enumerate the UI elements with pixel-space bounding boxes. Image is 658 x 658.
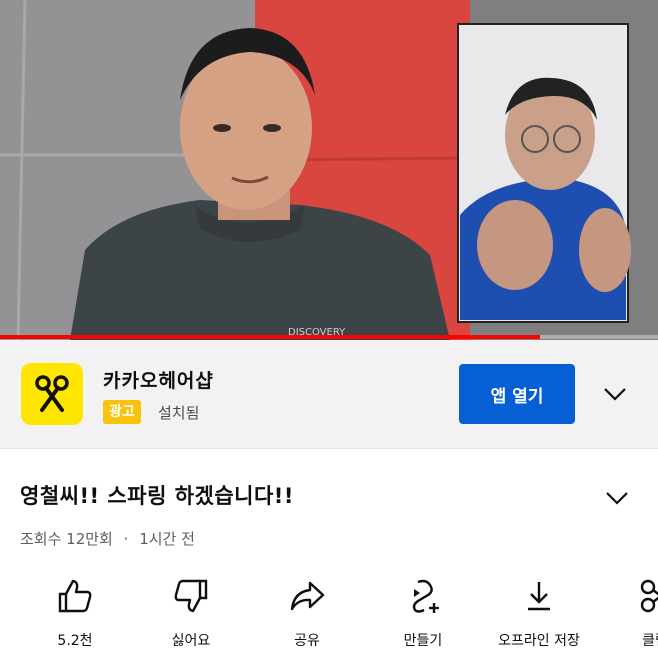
ad-expand-button[interactable] bbox=[602, 383, 628, 405]
like-count: 5.2천 bbox=[57, 633, 93, 649]
video-meta[interactable]: 조회수 12만회 · 1시간 전 bbox=[20, 528, 201, 549]
share-button[interactable]: 공유 bbox=[252, 576, 362, 658]
divider bbox=[0, 448, 658, 449]
ad-app-name[interactable]: 카카오헤어샵 bbox=[103, 366, 214, 393]
video-title[interactable]: 영철씨!! 스파링 하겠습니다!! bbox=[20, 480, 294, 510]
clip-icon bbox=[635, 576, 658, 616]
dislike-label: 싫어요 bbox=[171, 633, 211, 649]
chevron-down-icon bbox=[606, 492, 628, 505]
create-button[interactable]: 만들기 bbox=[368, 576, 478, 658]
video-frame: DISCOVERY bbox=[0, 0, 658, 340]
share-icon bbox=[287, 576, 327, 616]
view-count: 조회수 12만회 bbox=[20, 530, 113, 548]
clip-button[interactable]: 클립 bbox=[600, 576, 658, 658]
create-label: 만들기 bbox=[403, 633, 443, 649]
clip-label: 클립 bbox=[642, 633, 658, 649]
progress-fill bbox=[0, 335, 540, 339]
share-label: 공유 bbox=[294, 633, 320, 649]
ad-install-status: 설치됨 bbox=[158, 404, 200, 422]
video-player[interactable]: DISCOVERY bbox=[0, 0, 658, 340]
create-icon bbox=[403, 576, 443, 616]
download-button[interactable]: 오프라인 저장 bbox=[484, 576, 594, 658]
chevron-down-icon bbox=[604, 388, 626, 401]
dislike-button[interactable]: 싫어요 bbox=[136, 576, 246, 658]
meta-separator: · bbox=[123, 530, 129, 548]
description-expand-button[interactable] bbox=[604, 487, 630, 509]
open-app-button[interactable]: 앱 열기 bbox=[459, 364, 575, 424]
scissors-icon[interactable] bbox=[21, 363, 83, 425]
download-icon bbox=[519, 576, 559, 616]
download-label: 오프라인 저장 bbox=[498, 633, 580, 649]
thumbs-up-icon bbox=[55, 576, 95, 616]
thumbs-down-icon bbox=[171, 576, 211, 616]
like-button[interactable]: 5.2천 bbox=[20, 576, 130, 658]
upload-age: 1시간 전 bbox=[139, 530, 195, 548]
progress-bar[interactable] bbox=[0, 335, 658, 339]
ad-badge: 광고 bbox=[103, 400, 141, 424]
